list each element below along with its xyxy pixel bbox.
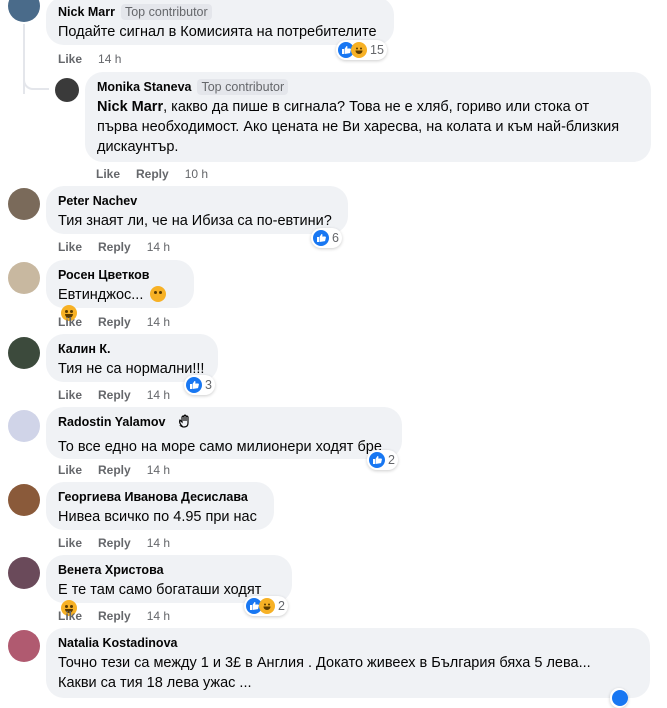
comment-actions: Like Reply 14 h <box>58 240 186 254</box>
comment-text: Тия не са нормални!!! <box>58 361 205 377</box>
avatar[interactable] <box>55 78 79 102</box>
reaction-count: 2 <box>388 453 395 467</box>
reactions-badge[interactable] <box>610 688 628 708</box>
reactions-badge[interactable]: 2 <box>367 450 398 470</box>
comment-actions: Like Reply 14 h <box>58 609 186 623</box>
crying-face-emoji-icon <box>150 286 167 302</box>
comment-text: Тия знаят ли, че на Ибиза са по-евтини? <box>58 213 332 229</box>
comment-text-content: Евтинджос... <box>58 287 144 303</box>
avatar[interactable] <box>8 337 40 369</box>
comment-text-content: Е те там само богаташи ходят <box>58 582 262 598</box>
comment-actions: Like Reply 14 h <box>58 315 186 329</box>
timestamp[interactable]: 14 h <box>147 536 170 550</box>
comment-bubble: Natalia Kostadinova Точно тези са между … <box>46 628 650 698</box>
top-contributor-badge: Top contributor <box>120 4 212 20</box>
comment-bubble: Росен Цветков Евтинджос... <box>46 260 194 321</box>
reply-button[interactable]: Reply <box>98 315 131 329</box>
like-reaction-icon <box>369 452 385 468</box>
author-name[interactable]: Георгиева Иванова Десислава <box>58 489 248 505</box>
like-button[interactable]: Like <box>58 536 82 550</box>
comment-text: Нивеа всичко по 4.95 при нас <box>58 509 257 525</box>
avatar[interactable] <box>8 262 40 294</box>
comment-text: Подайте сигнал в Комисията на потребител… <box>58 24 377 40</box>
like-reaction-icon <box>612 690 628 706</box>
like-reaction-icon <box>313 230 329 246</box>
comment-text-line: първа необходимост. Ако цената не Ви хар… <box>97 119 620 135</box>
comment-actions: Like 14 h <box>58 52 137 66</box>
haha-reaction-icon <box>259 598 275 614</box>
author-name[interactable]: Radostin Yalamov <box>58 414 165 430</box>
avatar[interactable] <box>8 484 40 516</box>
timestamp[interactable]: 14 h <box>98 52 121 66</box>
like-reaction-icon <box>186 377 202 393</box>
waving-hand-icon <box>178 414 192 433</box>
reply-button[interactable]: Reply <box>98 609 131 623</box>
avatar[interactable] <box>8 0 40 22</box>
comment-text-line: дискаунтър. <box>97 139 179 155</box>
reply-button[interactable]: Reply <box>136 167 169 181</box>
author-name[interactable]: Peter Nachev <box>58 193 137 209</box>
like-button[interactable]: Like <box>58 52 82 66</box>
reply-button[interactable]: Reply <box>98 388 131 402</box>
comment-text-line: Точно тези са между 1 и 3£ в Англия . До… <box>58 655 591 671</box>
like-button[interactable]: Like <box>58 609 82 623</box>
reaction-count: 15 <box>370 43 384 57</box>
comment-text-line: Какви са тия 18 лева ужас ... <box>58 675 252 691</box>
like-button[interactable]: Like <box>58 388 82 402</box>
avatar[interactable] <box>8 630 40 662</box>
author-name[interactable]: Monika Staneva <box>97 79 191 95</box>
like-button[interactable]: Like <box>58 463 82 477</box>
comment-text: Nick Marr, какво да пише в сигнала? Това… <box>97 98 639 117</box>
author-name[interactable]: Венета Христова <box>58 562 164 578</box>
comment-bubble: Monika Staneva Top contributor Nick Marr,… <box>85 72 651 162</box>
timestamp[interactable]: 10 h <box>185 167 208 181</box>
reply-button[interactable]: Reply <box>98 240 131 254</box>
timestamp[interactable]: 14 h <box>147 240 170 254</box>
mention-link[interactable]: Nick Marr <box>97 99 163 115</box>
avatar[interactable] <box>8 410 40 442</box>
timestamp[interactable]: 14 h <box>147 609 170 623</box>
comment-bubble: Radostin Yalamov То все едно на море сам… <box>46 407 402 459</box>
reactions-badge[interactable]: 6 <box>311 228 342 248</box>
haha-reaction-icon <box>351 42 367 58</box>
top-contributor-badge: Top contributor <box>197 79 289 95</box>
timestamp[interactable]: 14 h <box>147 463 170 477</box>
timestamp[interactable]: 14 h <box>147 315 170 329</box>
author-name[interactable]: Калин К. <box>58 341 110 357</box>
like-button[interactable]: Like <box>58 315 82 329</box>
comment-text-line: , какво да пише в сигнала? Това не е хля… <box>163 99 590 115</box>
reaction-count: 2 <box>278 599 285 613</box>
thread-line-branch <box>23 74 49 90</box>
like-button[interactable]: Like <box>96 167 120 181</box>
timestamp[interactable]: 14 h <box>147 388 170 402</box>
comment-bubble: Peter Nachev Тия знаят ли, че на Ибиза с… <box>46 186 348 234</box>
author-name[interactable]: Natalia Kostadinova <box>58 635 177 651</box>
like-button[interactable]: Like <box>58 240 82 254</box>
comment-bubble: Георгиева Иванова Десислава Нивеа всичко… <box>46 482 274 530</box>
reply-button[interactable]: Reply <box>98 536 131 550</box>
reply-button[interactable]: Reply <box>98 463 131 477</box>
avatar[interactable] <box>8 557 40 589</box>
avatar[interactable] <box>8 188 40 220</box>
comment-actions: Like Reply 14 h <box>58 463 186 477</box>
reactions-badge[interactable]: 3 <box>184 375 215 395</box>
author-name[interactable]: Росен Цветков <box>58 267 149 283</box>
author-name[interactable]: Nick Marr <box>58 4 115 20</box>
reactions-badge[interactable]: 15 <box>336 40 387 60</box>
comment-bubble: Nick Marr Top contributor Подайте сигнал … <box>46 0 394 45</box>
comment-actions: Like Reply 14 h <box>58 388 186 402</box>
comment-actions: Like Reply 10 h <box>96 167 224 181</box>
comment-actions: Like Reply 14 h <box>58 536 186 550</box>
comment-text: То все едно на море само милионери ходят… <box>58 439 382 455</box>
reactions-badge[interactable]: 2 <box>244 596 288 616</box>
reaction-count: 3 <box>205 378 212 392</box>
reaction-count: 6 <box>332 231 339 245</box>
